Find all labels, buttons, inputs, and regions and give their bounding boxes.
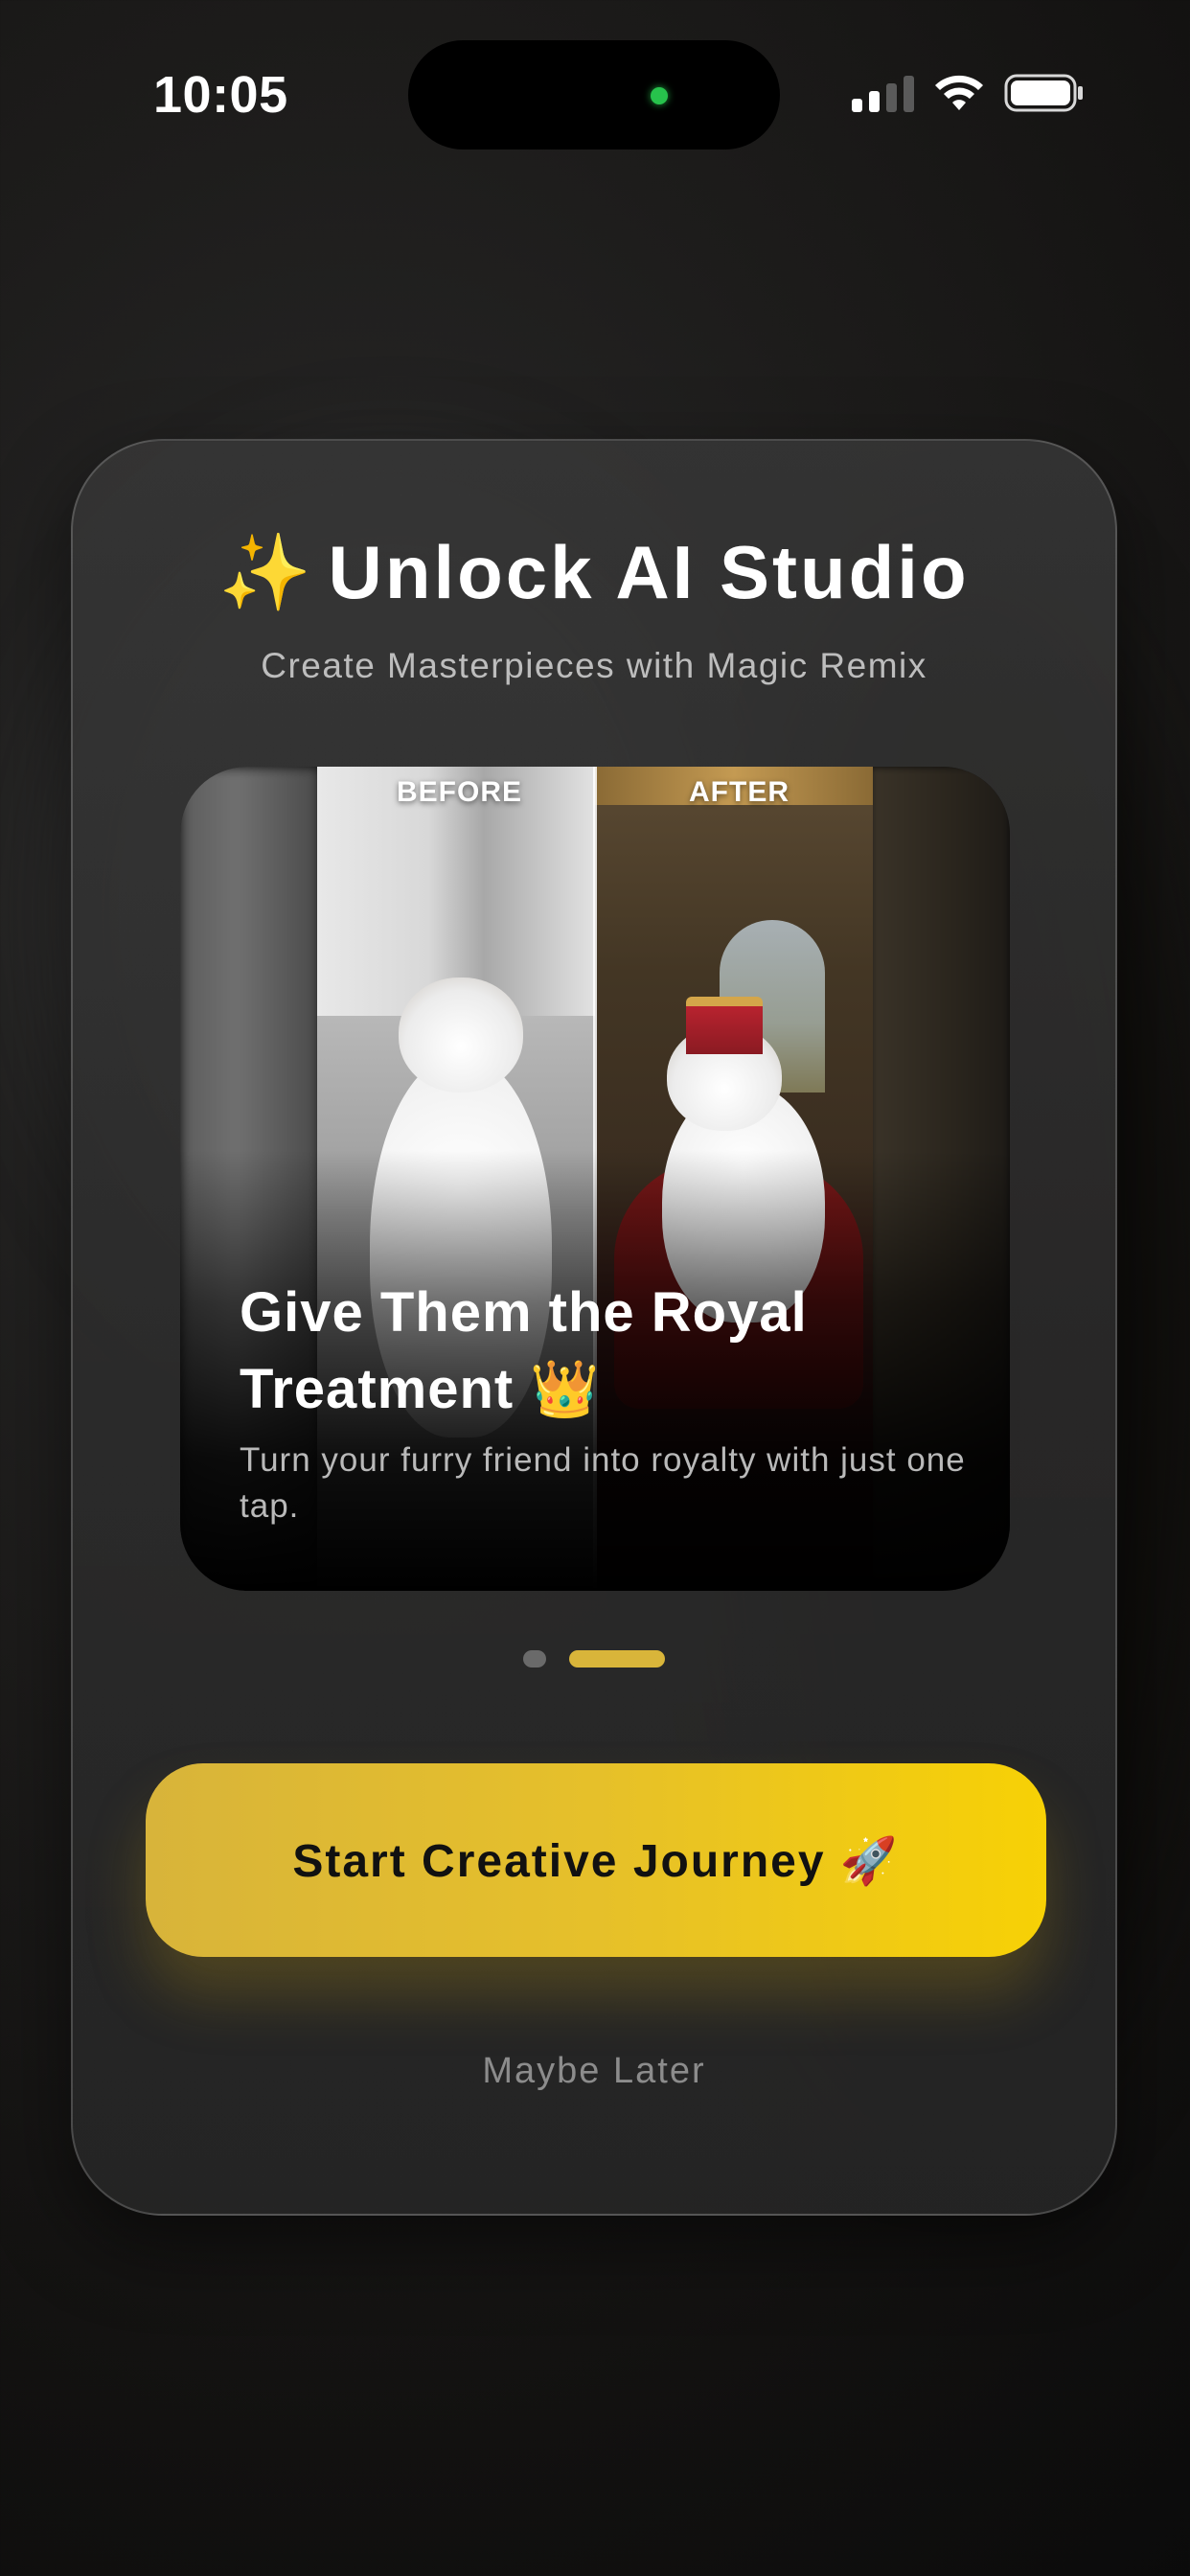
before-label: BEFORE xyxy=(397,776,523,808)
carousel-slide[interactable]: BEFORE AFTER Give Them the Royal Treatme… xyxy=(180,767,1010,1591)
pagination-dot-active[interactable] xyxy=(569,1650,665,1668)
camera-indicator-icon xyxy=(651,87,668,104)
crown-icon xyxy=(686,997,763,1054)
after-label: AFTER xyxy=(689,776,790,808)
maybe-later-link[interactable]: Maybe Later xyxy=(73,2051,1115,2092)
status-time: 10:05 xyxy=(153,66,288,124)
modal-subtitle: Create Masterpieces with Magic Remix xyxy=(261,646,927,685)
start-creative-journey-button[interactable]: Start Creative Journey 🚀 xyxy=(146,1763,1046,1957)
cellular-signal-icon xyxy=(852,74,914,112)
pagination-dot[interactable] xyxy=(523,1650,546,1668)
cat-head xyxy=(399,978,523,1092)
carousel-pagination xyxy=(73,1650,1115,1668)
status-icons xyxy=(852,73,1085,113)
battery-icon xyxy=(1004,74,1083,112)
sparkles-icon: ✨ xyxy=(218,530,315,614)
modal-title-text: Unlock AI Studio xyxy=(328,530,970,614)
slide-heading: Give Them the Royal Treatment 👑 xyxy=(240,1281,808,1420)
dynamic-island xyxy=(408,40,780,150)
modal-title: ✨ Unlock AI Studio xyxy=(73,529,1115,617)
slide-description: Turn your furry friend into royalty with… xyxy=(240,1441,966,1525)
upgrade-modal-card: ✨ Unlock AI Studio Create Masterpieces wi… xyxy=(71,439,1117,2216)
status-bar: 10:05 xyxy=(0,0,1190,192)
wifi-icon xyxy=(935,75,983,110)
